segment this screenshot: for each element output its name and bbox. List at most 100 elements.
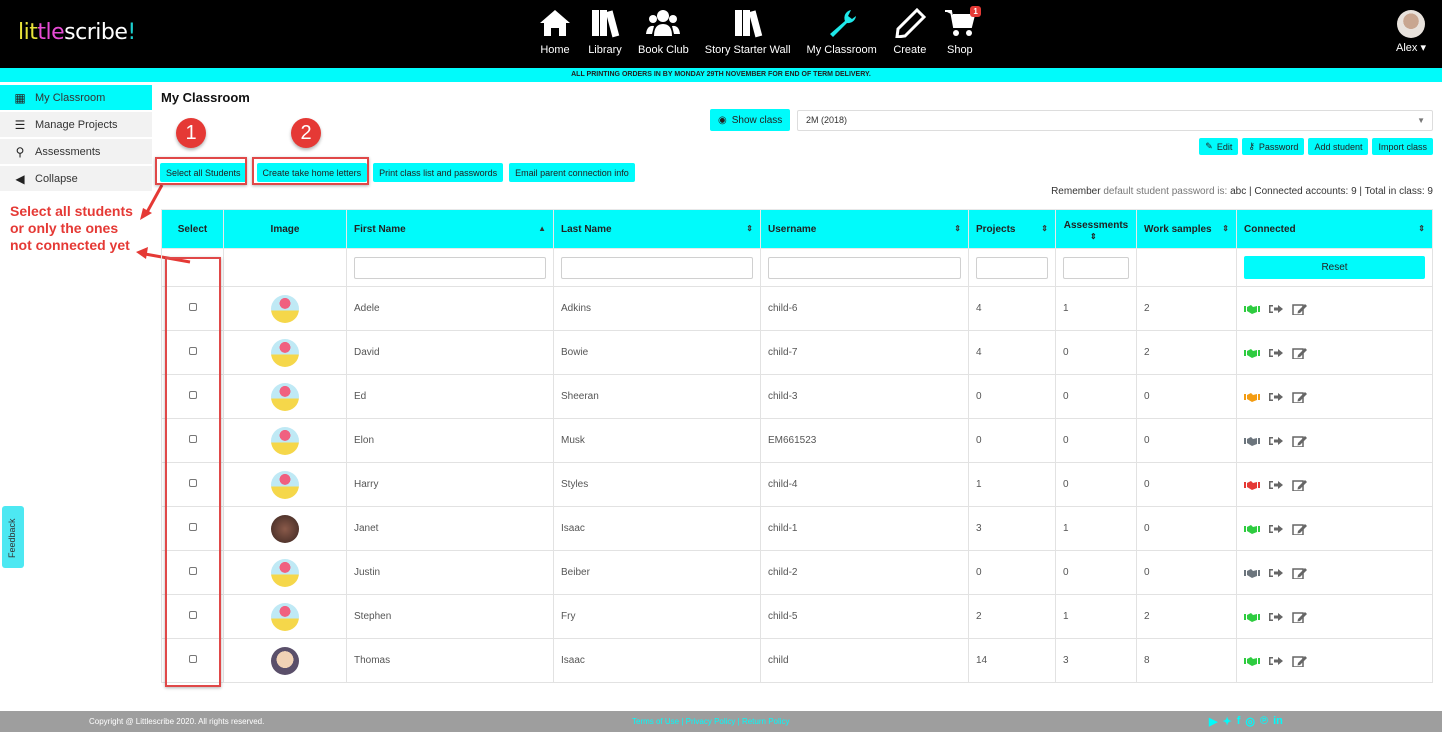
edit-class-button[interactable]: ✎ Edit — [1199, 138, 1239, 155]
header-connected[interactable]: Connected ⇕ — [1236, 209, 1433, 249]
edit-student-icon[interactable] — [1292, 347, 1308, 359]
last-name-cell: Isaac — [553, 506, 761, 551]
projects-cell: 0 — [968, 418, 1056, 463]
header-username[interactable]: Username ⇕ — [760, 209, 969, 249]
user-name: Alex — [1396, 42, 1418, 54]
header-first-name[interactable]: First Name ▲ — [346, 209, 554, 249]
feedback-tab[interactable]: Feedback — [2, 506, 24, 568]
first-name-filter[interactable] — [354, 256, 546, 279]
header-work-samples[interactable]: Work samples ⇕ — [1136, 209, 1237, 249]
login-as-icon[interactable] — [1268, 655, 1284, 667]
nav-create[interactable]: Create — [885, 7, 935, 56]
projects-cell: 2 — [968, 594, 1056, 639]
assessments-cell: 0 — [1055, 374, 1137, 419]
edit-student-icon[interactable] — [1292, 391, 1308, 403]
projects-cell: 0 — [968, 550, 1056, 595]
edit-student-icon[interactable] — [1292, 611, 1308, 623]
edit-student-icon[interactable] — [1292, 479, 1308, 491]
print-class-list-button[interactable]: Print class list and passwords — [373, 163, 504, 182]
login-as-icon[interactable] — [1268, 303, 1284, 315]
footer-links[interactable]: Terms of Use | Privacy Policy | Return P… — [632, 717, 790, 726]
add-student-button[interactable]: Add student — [1308, 138, 1369, 155]
login-as-icon[interactable] — [1268, 435, 1284, 447]
facebook-icon[interactable]: f — [1237, 715, 1241, 728]
username-cell: child-5 — [760, 594, 969, 639]
student-avatar — [271, 382, 299, 411]
sort-icon: ⇕ — [954, 224, 961, 233]
handshake-icon[interactable] — [1244, 435, 1260, 447]
username-filter[interactable] — [768, 256, 961, 279]
import-class-button[interactable]: Import class — [1372, 138, 1433, 155]
first-name-cell: Elon — [346, 418, 554, 463]
nav-library[interactable]: Library — [580, 8, 630, 56]
nav-label: Library — [588, 44, 622, 56]
handshake-icon[interactable] — [1244, 303, 1260, 315]
sort-icon: ⇕ — [1090, 232, 1097, 241]
user-menu[interactable]: Alex ▾ — [1396, 10, 1426, 54]
edit-student-icon[interactable] — [1292, 567, 1308, 579]
student-avatar — [271, 470, 299, 499]
pinterest-icon[interactable]: ℗ — [1260, 715, 1268, 728]
assessments-cell: 1 — [1055, 506, 1137, 551]
nav-label: My Classroom — [806, 44, 877, 56]
show-class-button[interactable]: ◉ Show class — [710, 109, 791, 131]
first-name-cell: David — [346, 330, 554, 375]
instagram-icon[interactable]: ◎ — [1245, 715, 1255, 728]
login-as-icon[interactable] — [1268, 567, 1284, 579]
student-row: Janet Isaac child-1 3 1 0 — [161, 506, 1433, 551]
handshake-icon[interactable] — [1244, 655, 1260, 667]
edit-student-icon[interactable] — [1292, 303, 1308, 315]
nav-home[interactable]: Home — [530, 8, 580, 56]
login-as-icon[interactable] — [1268, 347, 1284, 359]
login-as-icon[interactable] — [1268, 391, 1284, 403]
login-as-icon[interactable] — [1268, 523, 1284, 535]
first-name-cell: Janet — [346, 506, 554, 551]
login-as-icon[interactable] — [1268, 611, 1284, 623]
student-avatar — [271, 558, 299, 587]
nav-my-classroom[interactable]: My Classroom — [799, 8, 885, 56]
projects-cell: 4 — [968, 330, 1056, 375]
class-select[interactable]: 2M (2018) ▼ — [797, 110, 1433, 131]
header-last-name[interactable]: Last Name ⇕ — [553, 209, 761, 249]
footer: Copyright @ Littlescribe 2020. All right… — [0, 711, 1442, 732]
email-parent-info-button[interactable]: Email parent connection info — [509, 163, 635, 182]
work-samples-cell: 2 — [1136, 286, 1237, 331]
student-row: Elon Musk EM661523 0 0 0 — [161, 418, 1433, 463]
handshake-icon[interactable] — [1244, 347, 1260, 359]
eye-icon: ◉ — [718, 114, 727, 126]
linkedin-icon[interactable]: in — [1273, 715, 1283, 728]
reset-filters-button[interactable]: Reset — [1244, 256, 1425, 279]
handshake-icon[interactable] — [1244, 611, 1260, 623]
header-assessments[interactable]: Assessments ⇕ — [1055, 209, 1137, 249]
caret-down-icon: ▾ — [1420, 42, 1426, 54]
student-row: Harry Styles child-4 1 0 0 — [161, 462, 1433, 507]
edit-student-icon[interactable] — [1292, 435, 1308, 447]
twitter-icon[interactable]: ✦ — [1222, 715, 1231, 728]
last-name-cell: Musk — [553, 418, 761, 463]
handshake-icon[interactable] — [1244, 523, 1260, 535]
nav-shop[interactable]: 1 Shop — [935, 6, 985, 56]
last-name-filter[interactable] — [561, 256, 753, 279]
handshake-icon[interactable] — [1244, 567, 1260, 579]
projects-filter[interactable] — [976, 256, 1048, 279]
login-as-icon[interactable] — [1268, 479, 1284, 491]
annotation-highlight-1 — [155, 157, 247, 185]
edit-student-icon[interactable] — [1292, 523, 1308, 535]
work-samples-cell: 2 — [1136, 330, 1237, 375]
work-samples-cell: 8 — [1136, 638, 1237, 683]
assessments-filter[interactable] — [1063, 256, 1129, 279]
nav-book-club[interactable]: Book Club — [630, 8, 697, 56]
student-row: Stephen Fry child-5 2 1 2 — [161, 594, 1433, 639]
header-projects[interactable]: Projects ⇕ — [968, 209, 1056, 249]
last-name-cell: Isaac — [553, 638, 761, 683]
username-cell: child-6 — [760, 286, 969, 331]
handshake-icon[interactable] — [1244, 391, 1260, 403]
nav-story-starter-wall[interactable]: Story Starter Wall — [697, 8, 799, 56]
username-cell: EM661523 — [760, 418, 969, 463]
edit-student-icon[interactable] — [1292, 655, 1308, 667]
handshake-icon[interactable] — [1244, 479, 1260, 491]
password-button[interactable]: ⚷ Password — [1242, 138, 1305, 155]
header-select: Select — [161, 209, 224, 249]
annotation-highlight-select-column — [165, 257, 221, 687]
youtube-icon[interactable]: ▶ — [1209, 715, 1217, 728]
